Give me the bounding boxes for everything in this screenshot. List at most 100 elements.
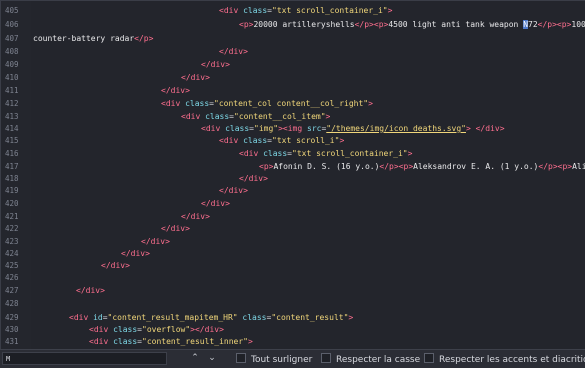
code-token-tag: <div: [201, 124, 221, 133]
code-text: <div class="content_col content__col_rig…: [161, 98, 373, 110]
code-text: <div id="content_result_mapitem_HR" clas…: [69, 312, 353, 324]
code-text: <div class="img"><img src="/themes/img/i…: [201, 123, 505, 135]
code-token-tag: </p>: [379, 162, 399, 171]
code-text: <div class="txt scroll_i">: [219, 135, 344, 147]
code-line: 413 <div class="content__col_item">: [1, 111, 585, 123]
code-line: 410 </div>: [1, 72, 585, 84]
find-next-button[interactable]: ⌄: [205, 352, 219, 365]
highlight-all-checkbox[interactable]: [236, 353, 246, 363]
code-token-tag: <p>: [239, 20, 254, 29]
code-token-tag: <p>: [556, 20, 572, 29]
line-number: 405: [5, 6, 19, 15]
match-diacritics-checkbox[interactable]: [424, 353, 434, 363]
match-case-checkbox[interactable]: [321, 353, 331, 363]
code-token-tag: <p>: [557, 162, 573, 171]
source-code-view[interactable]: 405 <div class="txt scroll_container_i"> 4…: [0, 0, 585, 349]
code-token-attr: class: [238, 136, 268, 145]
line-number: 426: [5, 273, 19, 282]
line-number: 406: [5, 20, 19, 29]
code-text: <p>20000 artilleryshells</p><p>4500 ligh…: [239, 19, 585, 31]
code-token-attr: id: [88, 313, 103, 322]
code-token-tag: >: [325, 112, 331, 121]
line-number: 430: [5, 325, 19, 334]
find-input[interactable]: [2, 352, 167, 365]
match-diacritics-option[interactable]: Respecter les accents et diacritique: [424, 353, 585, 365]
line-number: 407: [5, 34, 19, 43]
line-number: 417: [5, 162, 19, 171]
code-text: <div class="overflow"></div>: [89, 324, 224, 336]
line-number: 419: [5, 186, 19, 195]
chevron-up-icon: ⌃: [191, 353, 199, 363]
code-token-tag: </div>: [76, 286, 105, 295]
line-number: 414: [5, 124, 19, 133]
code-text: <div class="content_result_inner">: [89, 336, 253, 348]
line-number: 425: [5, 261, 19, 270]
code-token-attr: class: [258, 149, 288, 158]
code-token-tag: </div>: [141, 237, 170, 246]
code-token-text: 100 m: [571, 20, 585, 29]
code-text: <div class="txt scroll_container_i">: [219, 5, 392, 17]
code-token-str: "content_result": [271, 313, 349, 322]
code-text: </div>: [161, 85, 190, 97]
code-token-tag: </div>: [161, 224, 190, 233]
code-text: </div>: [161, 223, 190, 235]
code-token-attr: class: [200, 112, 230, 121]
code-text: </div>: [239, 173, 268, 185]
line-number: 423: [5, 237, 19, 246]
code-token-attr: class: [238, 6, 268, 15]
code-token-tag: <div: [219, 6, 239, 15]
code-line: 429 <div id="content_result_mapitem_HR" c…: [1, 312, 585, 324]
line-number: 422: [5, 224, 19, 233]
code-text: </div>: [141, 236, 170, 248]
code-text: </div>: [219, 46, 248, 58]
code-token-tag: <p>: [259, 162, 274, 171]
code-text: </div>: [101, 260, 130, 272]
code-token-attr: class: [180, 99, 210, 108]
highlight-all-option[interactable]: Tout surligner: [236, 353, 312, 365]
line-number: 429: [5, 313, 19, 322]
code-token-text: 4500 light anti tank weapon: [388, 20, 524, 29]
code-line: 430 <div class="overflow"></div>: [1, 324, 585, 336]
code-text: <p>Afonin D. S. (16 y.o.)</p><p>Aleksand…: [259, 161, 585, 173]
line-number: 411: [5, 86, 19, 95]
code-token-tag: </div>: [219, 47, 248, 56]
code-token-text: 72: [528, 20, 538, 29]
line-number: 427: [5, 286, 19, 295]
find-previous-button[interactable]: ⌃: [188, 352, 202, 365]
code-line: 418 </div>: [1, 173, 585, 185]
code-token-str: "txt scroll_container_i": [272, 6, 388, 15]
code-token-attr: class: [108, 337, 138, 346]
code-token-tag: <div: [89, 337, 109, 346]
code-line: 422 </div>: [1, 223, 585, 235]
code-token-text: counter-battery radar: [33, 34, 135, 43]
chevron-down-icon: ⌄: [208, 353, 216, 363]
code-token-link: "/themes/img/icon_deaths.svg": [326, 124, 466, 133]
line-number: 418: [5, 174, 19, 183]
code-token-str: "txt scroll_i": [272, 136, 340, 145]
code-token-tag: </p>: [538, 162, 558, 171]
code-text: </div>: [76, 285, 105, 297]
code-line: 408 </div>: [1, 46, 585, 58]
code-token-tag: </div>: [201, 199, 230, 208]
code-token-str: "txt scroll_container_i": [292, 149, 408, 158]
code-token-attr: class: [220, 124, 250, 133]
code-token-tag: <div: [161, 99, 181, 108]
line-number: 424: [5, 249, 19, 258]
code-token-str: "content_col content__col_right": [214, 99, 369, 108]
code-text: <div class="content__col_item">: [181, 111, 330, 123]
code-line: 419 </div>: [1, 185, 585, 197]
match-case-option[interactable]: Respecter la casse: [321, 353, 420, 365]
code-line: 414 <div class="img"><img src="/themes/im…: [1, 123, 585, 135]
code-token-text: Aleksandrov E. A. (1 y.o.): [413, 162, 539, 171]
code-token-tag: </p>: [537, 20, 557, 29]
code-token-tag: </p>: [134, 34, 154, 43]
line-number: 412: [5, 99, 19, 108]
code-token-tag: >: [407, 149, 413, 158]
code-token-attr: src: [302, 124, 322, 133]
code-token-tag: </div>: [219, 186, 248, 195]
code-token-text: Afonin D. S. (16 y.o.): [273, 162, 380, 171]
code-line: 428: [1, 298, 585, 310]
code-token-tag: </div>: [101, 261, 130, 270]
line-number: 420: [5, 199, 19, 208]
code-token-tag: <img: [282, 124, 303, 133]
